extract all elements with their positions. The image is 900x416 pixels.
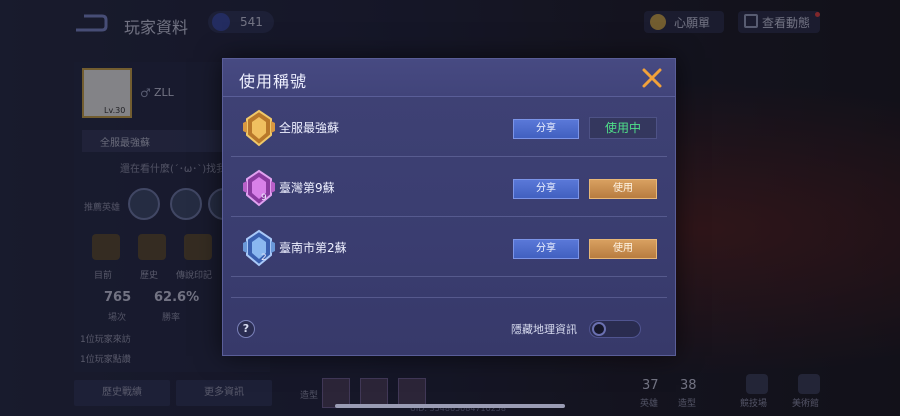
hide-location-label: 隱藏地理資訊 <box>511 323 577 336</box>
home-indicator[interactable] <box>335 404 565 408</box>
blue-title-badge-icon <box>243 229 275 267</box>
gold-title-badge-icon <box>243 109 275 147</box>
share-button[interactable]: 分享 <box>513 119 579 139</box>
toggle-knob <box>592 322 606 336</box>
badge-number: 2 <box>261 253 267 263</box>
title-row: 全服最強蘇 分享 使用中 <box>231 99 667 157</box>
title-row: 9 臺灣第9蘇 分享 使用 <box>231 159 667 217</box>
title-name: 臺灣第9蘇 <box>279 181 335 195</box>
share-button[interactable]: 分享 <box>513 179 579 199</box>
title-row: 2 臺南市第2蘇 分享 使用 <box>231 219 667 277</box>
badge-number: 9 <box>261 193 267 203</box>
close-icon[interactable] <box>641 67 663 89</box>
title-select-dialog: 使用稱號 全服最強蘇 分享 使用中 9 臺灣第9蘇 分享 使用 2 臺南市第2蘇… <box>222 58 676 356</box>
list-divider <box>231 297 667 298</box>
purple-title-badge-icon <box>243 169 275 207</box>
hide-location-toggle[interactable] <box>589 320 641 338</box>
dialog-title: 使用稱號 <box>239 72 308 91</box>
use-button[interactable]: 使用 <box>589 179 657 199</box>
share-button[interactable]: 分享 <box>513 239 579 259</box>
title-name: 臺南市第2蘇 <box>279 241 347 255</box>
help-icon[interactable]: ? <box>237 320 255 338</box>
in-use-status: 使用中 <box>589 117 657 139</box>
use-button[interactable]: 使用 <box>589 239 657 259</box>
dialog-header: 使用稱號 <box>223 59 675 97</box>
title-name: 全服最強蘇 <box>279 121 340 135</box>
